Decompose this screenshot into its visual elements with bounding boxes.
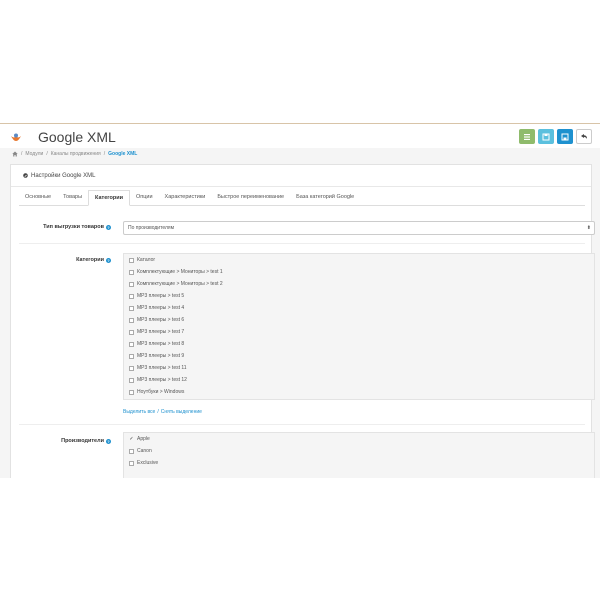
list-item[interactable]: Комплектующие > Мониторы > test 1: [124, 266, 594, 278]
deselect-all-link[interactable]: Снять выделение: [161, 409, 202, 415]
panel-title: Настройки Google XML: [31, 172, 96, 179]
admin-window: Google XML / Модули / Каналы продвижения…: [0, 123, 600, 478]
checkbox[interactable]: [129, 293, 134, 299]
help-icon[interactable]: ?: [106, 257, 111, 263]
list-item-label: Canon: [137, 448, 152, 454]
categories-label: Категории ?: [76, 257, 111, 263]
list-item-label: Exclusive: [137, 460, 159, 466]
checkbox[interactable]: [129, 460, 134, 466]
pencil-icon: [23, 173, 28, 178]
tab-options[interactable]: Опции: [130, 190, 159, 205]
page-title: Google XML: [38, 129, 116, 145]
back-button[interactable]: [576, 129, 592, 144]
home-icon[interactable]: [12, 151, 18, 157]
checkbox[interactable]: ✓: [129, 436, 134, 442]
list-item-label: MP3 плееры > test 12: [137, 377, 187, 383]
tab-attributes[interactable]: Характеристики: [159, 190, 212, 205]
list-item-label: MP3 плееры > test 8: [137, 341, 185, 347]
list-item[interactable]: Canon: [124, 445, 594, 457]
tab-bar: Основные Товары Категории Опции Характер…: [19, 190, 585, 206]
list-item[interactable]: Exclusive: [124, 457, 594, 469]
breadcrumb-current[interactable]: Google XML: [108, 151, 137, 157]
breadcrumb: / Модули / Каналы продвижения / Google X…: [12, 151, 137, 157]
list-item[interactable]: MP3 плееры > test 9: [124, 350, 594, 362]
opencart-logo-icon: [11, 133, 21, 141]
checkbox[interactable]: [129, 329, 134, 335]
list-item-label: MP3 плееры > test 7: [137, 329, 185, 335]
back-icon: [581, 133, 587, 139]
checkbox[interactable]: [129, 257, 134, 263]
list-item-label: MP3 плееры > test 11: [137, 365, 187, 371]
tab-quick-rename[interactable]: Быстрое переименование: [211, 190, 290, 205]
tab-products[interactable]: Товары: [57, 190, 88, 205]
checkbox[interactable]: [129, 281, 134, 287]
panel-heading: Настройки Google XML: [11, 165, 591, 187]
help-icon[interactable]: ?: [106, 224, 111, 230]
list-item-label: Каталог: [137, 257, 156, 263]
list-item-label: MP3 плееры > test 6: [137, 317, 185, 323]
list-item[interactable]: MP3 плееры > test 7: [124, 326, 594, 338]
list-item[interactable]: MP3 плееры > test 5: [124, 290, 594, 302]
settings-panel: Настройки Google XML Основные Товары Кат…: [10, 164, 595, 478]
manufacturers-list[interactable]: ✓ Apple Canon Exclusive: [123, 432, 595, 478]
list-item-label: MP3 плееры > test 4: [137, 305, 185, 311]
export-type-select[interactable]: По производителям ⬍: [123, 221, 595, 235]
tab-google-categories[interactable]: База категорий Google: [290, 190, 360, 205]
list-item-label: Комплектующие > Мониторы > test 2: [137, 281, 223, 287]
tab-general[interactable]: Основные: [19, 190, 57, 205]
list-item[interactable]: MP3 плееры > test 4: [124, 302, 594, 314]
list-item[interactable]: ✓ Apple: [124, 433, 594, 445]
help-icon[interactable]: ?: [106, 438, 111, 444]
checkbox[interactable]: [129, 353, 134, 359]
checkbox[interactable]: [129, 341, 134, 347]
categories-row: Категории ? Каталог Комплектующие > Монит…: [19, 245, 595, 425]
list-item[interactable]: Ноутбуки > Windows: [124, 386, 594, 398]
checkbox[interactable]: [129, 317, 134, 323]
list-item-label: MP3 плееры > test 5: [137, 293, 185, 299]
top-bar: Google XML: [0, 124, 600, 148]
list-item-label: Ноутбуки > Windows: [137, 389, 185, 395]
export-type-row: Тип выгрузки товаров ? По производителям…: [19, 208, 595, 244]
filter-button[interactable]: [519, 129, 535, 144]
save-icon: [542, 133, 550, 140]
save-stay-button[interactable]: [557, 129, 573, 144]
select-arrows-icon: ⬍: [586, 225, 591, 231]
manufacturers-label: Производители ?: [61, 438, 111, 444]
manufacturers-row: Производители ? ✓ Apple Canon Exclusive: [19, 426, 595, 478]
list-item[interactable]: MP3 плееры > test 12: [124, 374, 594, 386]
save-button[interactable]: [538, 129, 554, 144]
checkbox[interactable]: [129, 377, 134, 383]
breadcrumb-modules[interactable]: Модули: [25, 151, 43, 157]
checkbox[interactable]: [129, 365, 134, 371]
list-item-label: Apple: [137, 436, 150, 442]
categories-list[interactable]: Каталог Комплектующие > Мониторы > test 1…: [123, 253, 595, 400]
save-stay-icon: [561, 133, 569, 140]
filter-icon: [524, 133, 530, 140]
list-item[interactable]: MP3 плееры > test 11: [124, 362, 594, 374]
checkbox[interactable]: [129, 305, 134, 311]
list-item[interactable]: MP3 плееры > test 6: [124, 314, 594, 326]
checkbox[interactable]: [129, 389, 134, 395]
export-type-label: Тип выгрузки товаров ?: [43, 224, 111, 230]
list-item[interactable]: Каталог: [124, 254, 594, 266]
list-item[interactable]: Комплектующие > Мониторы > test 2: [124, 278, 594, 290]
list-item[interactable]: MP3 плееры > test 8: [124, 338, 594, 350]
breadcrumb-channels[interactable]: Каналы продвижения: [51, 151, 101, 157]
tab-categories[interactable]: Категории: [88, 190, 130, 206]
select-all-link[interactable]: Выделить все: [123, 409, 155, 415]
categories-select-links: Выделить все / Снять выделение: [123, 409, 202, 415]
toolbar-actions: [519, 129, 592, 144]
checkbox[interactable]: [129, 269, 134, 275]
checkbox[interactable]: [129, 448, 134, 454]
list-item-label: MP3 плееры > test 9: [137, 353, 185, 359]
list-item-label: Комплектующие > Мониторы > test 1: [137, 269, 223, 275]
